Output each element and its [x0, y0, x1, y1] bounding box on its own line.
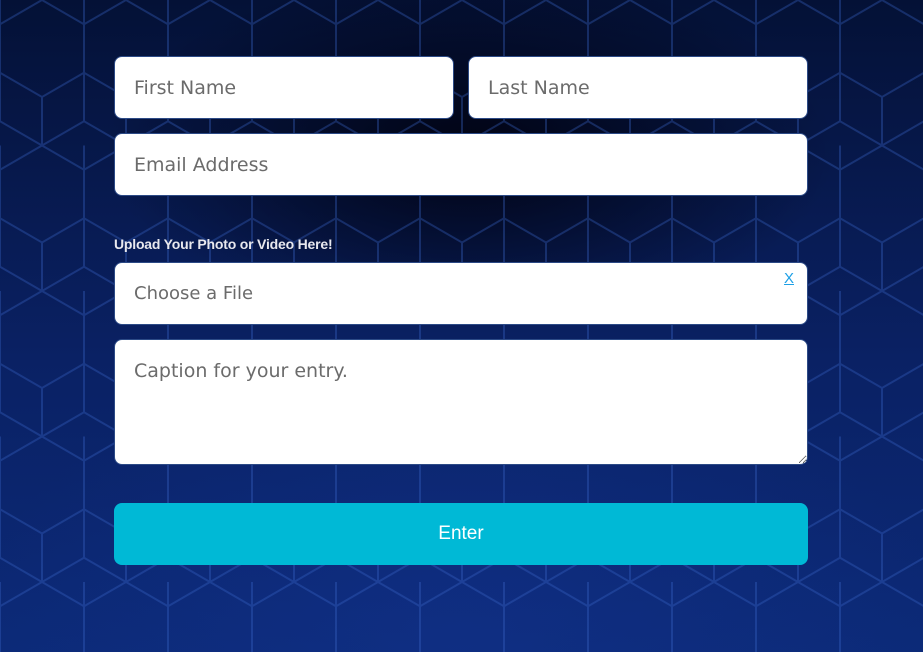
file-upload-field[interactable]: Choose a File X: [114, 262, 808, 325]
upload-label: Upload Your Photo or Video Here!: [114, 236, 333, 252]
last-name-input[interactable]: [468, 56, 808, 119]
file-upload-text: Choose a File: [134, 283, 254, 304]
clear-file-link[interactable]: X: [784, 270, 794, 287]
email-address-input[interactable]: [114, 133, 808, 196]
first-name-input[interactable]: [114, 56, 454, 119]
enter-button[interactable]: Enter: [114, 503, 808, 565]
caption-textarea[interactable]: [114, 339, 808, 465]
